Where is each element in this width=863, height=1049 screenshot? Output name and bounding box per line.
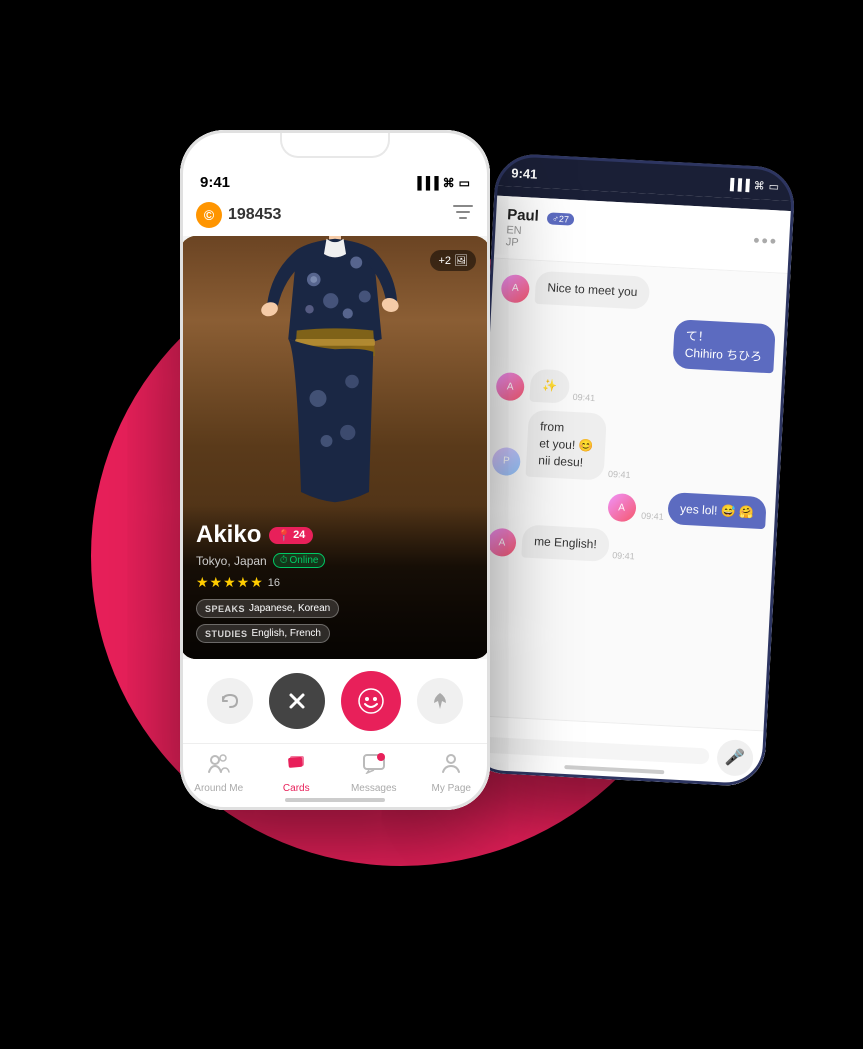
- sender-avatar: A: [501, 274, 530, 303]
- message-bubble: me English!: [521, 525, 609, 562]
- chat-input-field[interactable]: [477, 736, 710, 764]
- tag-row: SPEAKS Japanese, Korean STUDIES English,…: [196, 599, 474, 643]
- message-bubble: て！Chihiro ちひろ: [672, 319, 776, 374]
- boost-button[interactable]: [417, 678, 463, 724]
- messages-label: Messages: [351, 783, 397, 794]
- message-row: A ✨ 09:41: [495, 367, 772, 414]
- mic-button[interactable]: 🎤: [716, 739, 754, 777]
- chat-time: 9:41: [511, 165, 538, 181]
- home-indicator-front: [285, 798, 385, 802]
- profile-card[interactable]: +2 🖼 Akiko 📍 24 Tokyo: [180, 236, 490, 659]
- sender-avatar: A: [495, 372, 524, 401]
- message-bubble: Nice to meet you: [535, 271, 651, 310]
- profile-card-area: +2 🖼 Akiko 📍 24 Tokyo: [180, 236, 490, 659]
- rewind-button[interactable]: [207, 678, 253, 724]
- message-bubble: yes lol! 😅 🤗: [667, 492, 766, 530]
- nav-messages[interactable]: Messages: [335, 752, 413, 794]
- studies-tag: STUDIES English, French: [196, 624, 330, 643]
- status-bar: 9:41 ▐▐▐ ⌘ ▭: [180, 162, 490, 197]
- message-time: 09:41: [612, 550, 635, 561]
- signal-icon: ▐▐▐: [726, 178, 750, 191]
- message-row: て！Chihiro ちひろ: [498, 310, 776, 374]
- message-with-time: fromet you! 😊nii desu! 09:41: [526, 410, 634, 482]
- message-group: て！Chihiro ちひろ: [672, 319, 776, 374]
- chat-status-icons: ▐▐▐ ⌘ ▭: [726, 178, 779, 194]
- message-row: A Nice to meet you: [501, 269, 778, 316]
- profile-name-row: Akiko 📍 24: [196, 521, 474, 549]
- speaks-tag: SPEAKS Japanese, Korean: [196, 599, 339, 618]
- wifi-icon: ⌘: [443, 176, 455, 190]
- phone-chat: 9:41 ▐▐▐ ⌘ ▭ Paul ♂27: [464, 153, 796, 788]
- coin-display[interactable]: © 198453: [196, 202, 281, 228]
- message-row: A me English! 09:41: [487, 523, 764, 570]
- message-row: 09:41 yes lol! 😅 🤗 A: [489, 482, 766, 529]
- location-pin-icon: 📍: [277, 529, 291, 542]
- status-icons: ▐▐▐ ⌘ ▭: [413, 176, 470, 190]
- coin-icon: ©: [196, 202, 222, 228]
- notch-area: [180, 130, 490, 162]
- image-icon: 🖼: [454, 254, 468, 267]
- message-row: P fromet you! 😊nii desu! 09:41: [492, 408, 771, 489]
- kimono-figure: [230, 236, 440, 509]
- nav-around-me[interactable]: Around Me: [180, 752, 258, 794]
- signal-bars-icon: ▐▐▐: [413, 176, 439, 190]
- message-time: 09:41: [608, 468, 631, 479]
- action-buttons: [180, 659, 490, 743]
- location-row: Tokyo, Japan ⏱ Online: [196, 553, 474, 568]
- message-time: 09:41: [572, 392, 595, 403]
- message-bubble: fromet you! 😊nii desu!: [526, 410, 608, 480]
- messages-icon: [362, 752, 386, 780]
- nav-cards[interactable]: Cards: [258, 752, 336, 794]
- message-time: 09:41: [641, 511, 664, 522]
- review-count: 16: [268, 577, 280, 589]
- cards-label: Cards: [283, 783, 310, 794]
- photo-count-badge: +2 🖼: [430, 250, 476, 271]
- message-with-time: ✨ 09:41: [529, 369, 596, 405]
- profile-name: Akiko: [196, 521, 261, 549]
- stars-row: ★★★★★ 16: [196, 574, 474, 591]
- my-page-icon: [439, 752, 463, 780]
- age-badge: 📍 24: [269, 527, 313, 544]
- chat-user-details: EN JP: [505, 224, 573, 251]
- nav-my-page[interactable]: My Page: [413, 752, 491, 794]
- battery-icon: ▭: [459, 176, 470, 190]
- like-button[interactable]: [341, 671, 401, 731]
- around-me-label: Around Me: [194, 783, 243, 794]
- battery-icon: ▭: [768, 180, 779, 194]
- star-rating: ★★★★★: [196, 574, 264, 591]
- my-page-label: My Page: [432, 783, 471, 794]
- phone-cards: 9:41 ▐▐▐ ⌘ ▭ © 198453: [180, 130, 490, 810]
- wifi-icon: ⌘: [753, 179, 765, 193]
- sender-avatar: A: [607, 493, 636, 522]
- top-bar: © 198453: [180, 197, 490, 236]
- sender-avatar: A: [487, 528, 516, 557]
- chat-age-badge: ♂27: [547, 212, 574, 225]
- message-with-time: me English! 09:41: [521, 525, 636, 564]
- scene: 9:41 ▐▐▐ ⌘ ▭ Paul ♂27: [0, 0, 863, 1049]
- sender-avatar: P: [492, 446, 521, 475]
- time-display: 9:41: [200, 174, 230, 191]
- around-me-icon: [207, 752, 231, 780]
- online-badge: ⏱ Online: [273, 553, 326, 568]
- coin-amount: 198453: [228, 206, 281, 224]
- profile-info: Akiko 📍 24 Tokyo, Japan ⏱ Online: [180, 505, 490, 659]
- nope-button[interactable]: [269, 673, 325, 729]
- clock-icon: ⏱: [280, 555, 288, 566]
- message-with-time: 09:41 yes lol! 😅 🤗: [641, 490, 767, 529]
- filter-button[interactable]: [452, 201, 474, 228]
- chat-user-info: Paul ♂27 EN JP: [505, 206, 574, 251]
- message-bubble: ✨: [529, 369, 570, 404]
- location-text: Tokyo, Japan: [196, 554, 267, 568]
- chat-messages: A Nice to meet you て！Chihiro ちひろ A ✨ 09:…: [467, 258, 791, 730]
- cards-icon: [284, 752, 308, 780]
- notch: [280, 130, 390, 158]
- chat-more-button[interactable]: •••: [753, 230, 779, 252]
